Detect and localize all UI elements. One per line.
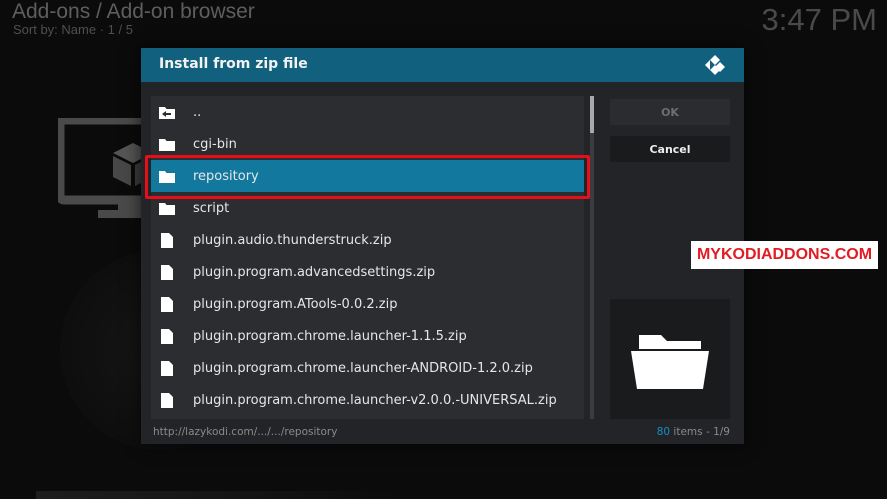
file-icon — [158, 263, 176, 281]
ok-button[interactable]: OK — [610, 99, 730, 125]
background-footer — [36, 491, 396, 499]
list-item-zip[interactable]: plugin.program.advancedsettings.zip — [151, 256, 584, 288]
sort-label: Sort by: Name · 1 / 5 — [13, 22, 133, 37]
clock: 3:47 PM — [761, 2, 877, 37]
install-zip-dialog: Install from zip file .. cgi-bin reposit… — [141, 48, 744, 444]
list-item-label: plugin.program.ATools-0.0.2.zip — [193, 296, 398, 312]
list-item-zip[interactable]: plugin.program.chrome.launcher-v2.0.0.-U… — [151, 384, 584, 416]
scrollbar-thumb[interactable] — [590, 96, 594, 133]
file-icon — [158, 391, 176, 409]
watermark: MYKODIADDONS.COM — [691, 241, 878, 269]
list-item-label: plugin.program.chrome.launcher-ANDROID-1… — [193, 360, 533, 376]
item-count: 80 items - 1/9 — [657, 426, 730, 438]
folder-icon — [158, 135, 176, 153]
item-count-number: 80 — [656, 426, 671, 438]
file-icon — [158, 327, 176, 345]
list-item-label: cgi-bin — [193, 136, 237, 152]
list-item-parent[interactable]: .. — [151, 96, 584, 128]
list-item-label: plugin.program.chrome.launcher-1.1.5.zip — [193, 328, 467, 344]
cancel-button[interactable]: Cancel — [610, 136, 730, 162]
file-list[interactable]: .. cgi-bin repository script plugin.audi… — [151, 96, 584, 419]
list-item-zip[interactable]: plugin.program.ATools-0.0.2.zip — [151, 288, 584, 320]
folder-icon — [158, 199, 176, 217]
page-title: Add-ons / Add-on browser — [12, 0, 255, 23]
list-item-label: script — [193, 200, 230, 216]
file-icon — [158, 295, 176, 313]
item-count-rest: items - 1/9 — [670, 426, 730, 438]
list-item-zip[interactable]: plugin.program.chrome.launcher-ANDROID-1… — [151, 352, 584, 384]
scrollbar-track[interactable] — [590, 96, 594, 419]
back-folder-icon — [158, 103, 176, 121]
list-item-zip[interactable]: plugin.audio.thunderstruck.zip — [151, 224, 584, 256]
list-item-label: .. — [193, 104, 202, 120]
selection-highlight-annotation — [145, 155, 590, 199]
list-item-label: plugin.program.advancedsettings.zip — [193, 264, 436, 280]
list-item-label: plugin.program.chrome.launcher-v2.0.0.-U… — [193, 392, 557, 408]
folder-preview-icon — [631, 335, 709, 389]
kodi-logo-icon — [705, 55, 725, 75]
list-item-label: plugin.audio.thunderstruck.zip — [193, 232, 392, 248]
preview-panel — [610, 299, 730, 419]
dialog-header: Install from zip file — [141, 48, 744, 82]
current-path: http://lazykodi.com/.../.../repository — [153, 426, 338, 438]
list-item-zip[interactable]: plugin.program.chrome.launcher-1.1.5.zip — [151, 320, 584, 352]
dialog-title: Install from zip file — [159, 56, 308, 72]
file-icon — [158, 231, 176, 249]
file-icon — [158, 359, 176, 377]
